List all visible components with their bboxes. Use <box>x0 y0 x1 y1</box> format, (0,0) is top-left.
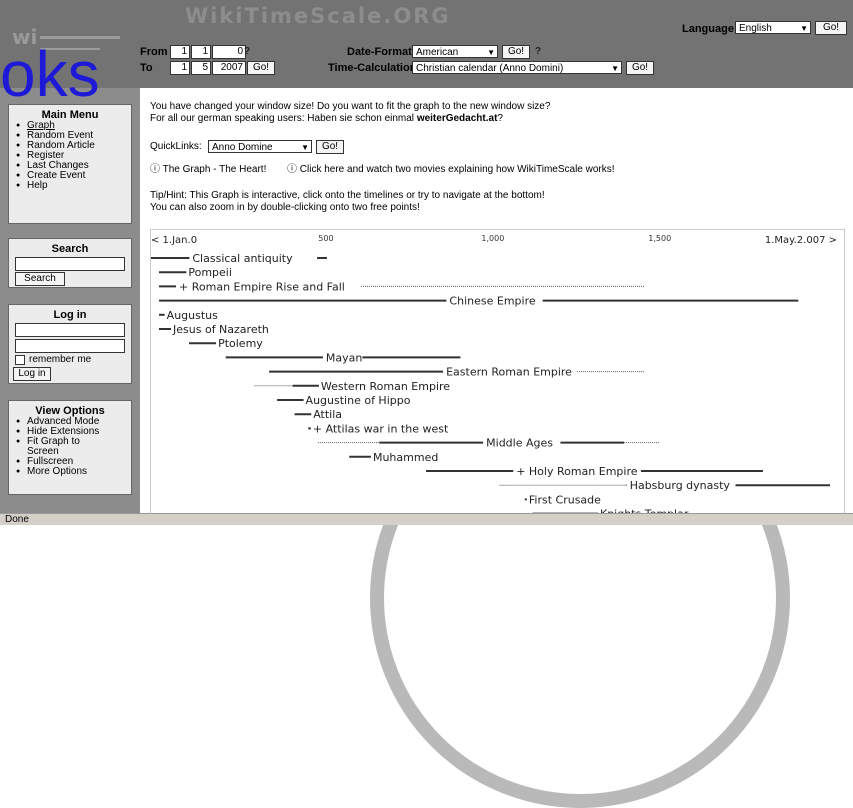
event-label: Habsburg dynasty <box>630 479 731 492</box>
german-message-suffix: ? <box>497 113 503 124</box>
date-format-select[interactable]: American ▼ <box>412 45 498 58</box>
view-option-more-options[interactable]: More Options <box>16 466 131 478</box>
from-help-icon[interactable]: ? <box>244 46 250 57</box>
help-icon: ⓘ <box>150 164 160 175</box>
from-month-input[interactable]: 1 <box>191 45 211 59</box>
view-options-list: Advanced Mode Hide Extensions Fit Graph … <box>9 417 131 478</box>
view-option-label: Fit Graph to Screen <box>27 436 80 457</box>
main-menu-box: Main Menu Graph Random Event Random Arti… <box>8 104 132 224</box>
status-bar: Done <box>0 513 853 525</box>
event-label: + Roman Empire Rise and Fall <box>179 280 345 293</box>
event-label: Pompeii <box>188 266 232 279</box>
timeline-graph[interactable]: < 1.Jan.0 1.May.2.007 > 500 1,000 1,500 Class… <box>150 229 845 514</box>
username-field[interactable] <box>15 323 125 337</box>
event-label: Mayan <box>326 351 362 364</box>
graph-link[interactable]: ⓘ The Graph - The Heart! <box>150 164 266 176</box>
weitergedacht-link[interactable]: weiterGedacht.at <box>417 113 498 124</box>
date-format-help-icon[interactable]: ? <box>535 46 541 57</box>
time-calc-value: Christian calendar (Anno Domini) <box>416 63 564 74</box>
chevron-down-icon: ▼ <box>611 64 619 73</box>
header: wi WikiTimeScale.ORG Language English ▼ … <box>0 0 853 88</box>
remember-me-label: remember me <box>29 354 92 365</box>
event-label: Augustine of Hippo <box>306 394 411 407</box>
status-text: Done <box>5 514 29 525</box>
help-icon: ⓘ <box>287 164 297 175</box>
language-label: Language <box>682 23 734 35</box>
date-format-label: Date-Format <box>347 46 412 58</box>
site-title: WikiTimeScale.ORG <box>185 4 451 28</box>
main-menu-list: Graph Random Event Random Article Regist… <box>9 121 131 192</box>
quicklinks-go-button[interactable]: Go! <box>316 140 344 154</box>
login-title: Log in <box>53 309 87 321</box>
quicklinks-select[interactable]: Anno Domine ▼ <box>208 140 312 153</box>
axis-tick-label: 500 <box>318 234 333 243</box>
event-label: Eastern Roman Empire <box>446 366 572 379</box>
view-options-box: View Options Advanced Mode Hide Extensio… <box>8 400 132 495</box>
to-month-input[interactable]: 5 <box>191 61 211 75</box>
event-label: Classical antiquity <box>192 252 293 265</box>
date-format-go-button[interactable]: Go! <box>502 45 530 59</box>
chevron-down-icon: ▼ <box>301 143 309 152</box>
axis-start-label: < 1.Jan.0 <box>151 235 197 246</box>
tip-line-1: Tip/Hint: This Graph is interactive, cli… <box>150 190 545 201</box>
to-label: To <box>140 62 153 74</box>
event-label: Attila <box>313 408 342 421</box>
chevron-down-icon: ▼ <box>800 24 808 33</box>
search-box: Search Search <box>8 238 132 288</box>
main-content: You have changed your window size! Do yo… <box>140 88 853 808</box>
login-button[interactable]: Log in <box>13 367 51 381</box>
event-label: First Crusade <box>529 493 601 506</box>
menu-item-label: Help <box>27 180 48 191</box>
search-button[interactable]: Search <box>15 272 65 286</box>
german-message-text: For all our german speaking users: Haben… <box>150 113 417 124</box>
time-calc-label: Time-Calculation <box>328 62 417 74</box>
german-message: For all our german speaking users: Haben… <box>150 113 503 125</box>
language-go-button[interactable]: Go! <box>815 21 847 35</box>
event-label: + Attilas war in the west <box>313 422 449 435</box>
remember-me-checkbox[interactable] <box>15 355 25 365</box>
menu-item-help[interactable]: Help <box>16 180 131 192</box>
time-calc-go-button[interactable]: Go! <box>626 61 654 75</box>
movies-link-text: Click here and watch two movies explaini… <box>299 164 615 175</box>
from-year-input[interactable]: 0 <box>212 45 246 59</box>
quicklinks-value: Anno Domine <box>212 142 273 153</box>
event-label: Ptolemy <box>218 337 263 350</box>
axis-tick-label: 1,500 <box>648 234 671 243</box>
to-go-button[interactable]: Go! <box>247 61 275 75</box>
search-title: Search <box>51 243 89 255</box>
view-option-label: More Options <box>27 466 88 477</box>
event-label: Augustus <box>167 309 218 322</box>
time-calc-select[interactable]: Christian calendar (Anno Domini) ▼ <box>412 61 622 74</box>
to-day-input[interactable]: 1 <box>170 61 190 75</box>
tip-line-2: You can also zoom in by double-clicking … <box>150 202 420 213</box>
date-format-value: American <box>416 47 459 58</box>
overlay-text: oks <box>0 38 100 110</box>
movies-link[interactable]: ⓘ Click here and watch two movies explai… <box>287 164 615 176</box>
sidebar: Main Menu Graph Random Event Random Arti… <box>0 88 140 513</box>
event-label: Middle Ages <box>486 437 553 450</box>
resize-message-text: You have changed your window size! Do yo… <box>150 101 551 112</box>
event-label: Chinese Empire <box>449 295 535 308</box>
quicklinks-label: QuickLinks: <box>150 141 202 152</box>
password-field[interactable] <box>15 339 125 353</box>
view-option-fit-graph[interactable]: Fit Graph to Screen <box>16 437 107 457</box>
from-day-input[interactable]: 1 <box>170 45 190 59</box>
resize-message[interactable]: You have changed your window size! Do yo… <box>150 101 550 113</box>
to-year-input[interactable]: 2007 <box>212 61 246 75</box>
axis-tick-label: 1,000 <box>481 234 504 243</box>
axis-end-label: 1.May.2.007 > <box>765 235 837 246</box>
language-select-value: English <box>739 23 772 34</box>
event-label: Jesus of Nazareth <box>172 323 269 336</box>
search-input[interactable] <box>15 257 125 271</box>
language-select[interactable]: English ▼ <box>735 21 811 34</box>
event-label: Muhammed <box>373 451 438 464</box>
event-label: Western Roman Empire <box>321 380 450 393</box>
timeline-svg[interactable]: < 1.Jan.0 1.May.2.007 > 500 1,000 1,500 Class… <box>151 230 844 514</box>
chevron-down-icon: ▼ <box>487 48 495 57</box>
login-box: Log in remember me Log in <box>8 304 132 384</box>
event-label: + Holy Roman Empire <box>516 465 638 478</box>
from-label: From <box>140 46 168 58</box>
graph-link-text: The Graph - The Heart! <box>162 164 267 175</box>
